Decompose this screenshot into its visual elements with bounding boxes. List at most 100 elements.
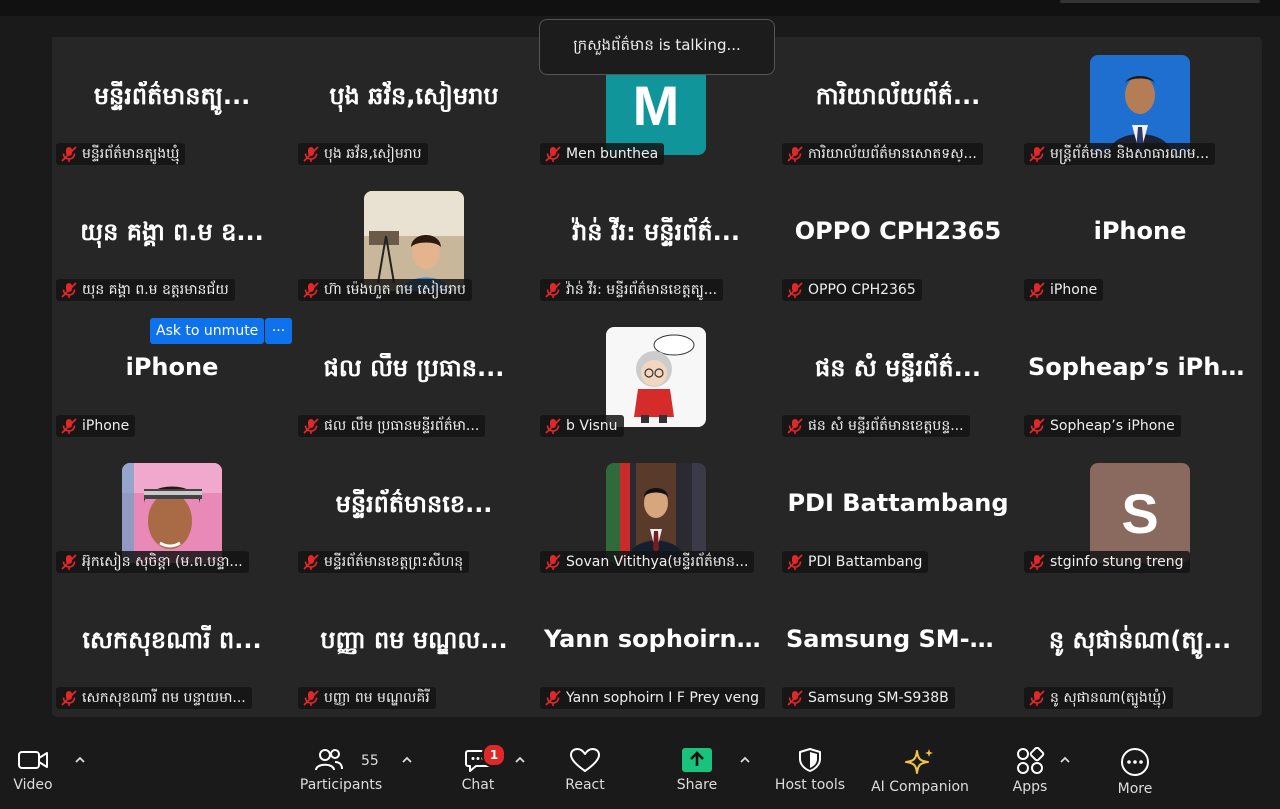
participant-tile[interactable]: បុង ឆវ័ន,សៀមរាប បុង ឆវ័ន,សៀមរាប <box>294 37 534 171</box>
participant-tile[interactable]: មន្ទីរព័ត៌មានត្បូ... មន្ទីរព័ត៌មានត្បូងឃ្… <box>52 37 292 171</box>
chat-caret-icon[interactable] <box>513 753 527 767</box>
participant-name-label: Sovan Vitithya(មន្ទីរព័ត៌មាន... <box>540 551 755 573</box>
more-button[interactable]: More <box>1113 733 1157 809</box>
participants-count: 55 <box>361 753 379 769</box>
participant-display-name: OPPO CPH2365 <box>794 217 1002 245</box>
avatar-initial: S <box>1121 481 1159 545</box>
participant-more-button[interactable]: ··· <box>265 318 292 344</box>
participant-name-text: បញ្ញា ពម មណ្ឌលគិរី <box>324 689 430 706</box>
sparkle-icon <box>905 749 933 774</box>
participant-name-label: ការិយាល័យព័ត៌មានសោតទស្... <box>782 143 983 165</box>
ask-to-unmute-button[interactable]: Ask to unmute <box>150 318 265 344</box>
host-tools-button[interactable]: Host tools <box>770 733 850 809</box>
participant-name-text: Sopheap’s iPhone <box>1050 418 1175 434</box>
participant-name-text: OPPO CPH2365 <box>808 282 916 298</box>
muted-mic-icon <box>1029 146 1045 162</box>
video-button[interactable]: Video <box>10 733 56 809</box>
participant-display-name: PDI Battambang <box>787 489 1009 517</box>
participants-label: Participants <box>299 777 383 793</box>
participant-tile[interactable]: សេកសុខណារី ព... សេកសុខណារី ពម បន្ទាយមា... <box>52 581 292 715</box>
muted-mic-icon <box>303 146 319 162</box>
apps-button[interactable]: Apps <box>1010 733 1050 809</box>
participant-tile[interactable]: មន្ត្រីព័ត៌មាន និងសាធារណម... <box>1020 37 1260 171</box>
muted-mic-icon <box>545 146 561 162</box>
participant-name-text: PDI Battambang <box>808 554 923 570</box>
window-top-strip <box>0 0 1280 16</box>
participant-tile[interactable]: Sstginfo stung treng <box>1020 445 1260 579</box>
muted-mic-icon <box>787 554 803 570</box>
react-button[interactable]: React <box>563 733 607 809</box>
more-dots-icon <box>1121 748 1149 776</box>
share-label: Share <box>676 777 718 793</box>
participant-name-label: OPPO CPH2365 <box>782 279 922 301</box>
muted-mic-icon <box>303 418 319 434</box>
participant-name-text: Yann sophoirn I F Prey veng <box>566 690 760 706</box>
muted-mic-icon <box>303 690 319 706</box>
participant-name-text: សេកសុខណារី ពម បន្ទាយមា... <box>82 689 246 706</box>
participant-name-label: វ៉ាន់ វីរ: មន្ទីរព័ត៌មានខេត្តត្បូ... <box>540 279 724 301</box>
participant-tile[interactable]: Samsung SM-S... Samsung SM-S938B <box>778 581 1018 715</box>
participant-name-label: iPhone <box>56 415 136 437</box>
participant-display-name: បុង ឆវ័ន,សៀមរាប <box>329 82 499 110</box>
participant-tile[interactable]: ផន សំ មន្ទីរព័ត៌... ផន សំ មន្ទីរព័ត៌មានខេ… <box>778 309 1018 443</box>
participant-tile[interactable]: ផល លឹម ប្រធាន... ផល លឹម ប្រធានមន្ទីរព័ត៌ម… <box>294 309 534 443</box>
share-caret-icon[interactable] <box>738 753 752 767</box>
muted-mic-icon <box>61 554 77 570</box>
participant-tile[interactable]: យុន គង្គា ព.ម ឧ... យុន គង្គា ព.ម ឧត្តរមាន… <box>52 173 292 307</box>
participants-caret-icon[interactable] <box>400 753 414 767</box>
participant-tile[interactable]: Sopheap’s iPhone Sopheap’s iPhone <box>1020 309 1260 443</box>
muted-mic-icon <box>545 418 561 434</box>
participant-display-name: យុន គង្គា ព.ម ឧ... <box>80 218 264 246</box>
participant-name-text: iPhone <box>82 418 130 434</box>
participant-name-text: បុង ឆវ័ន,សៀមរាប <box>324 145 422 162</box>
participant-tile[interactable]: មន្ទីរព័ត៌មានខេ... មន្ទីរព័ត៌មានខេត្តព្រះ… <box>294 445 534 579</box>
participant-tile[interactable]: ការិយាល័យព័ត៌... ការិយាល័យព័ត៌មានសោតទស្..… <box>778 37 1018 171</box>
meeting-toolbar: Video Participants 55 Chat 1 React Share… <box>0 733 1280 809</box>
video-label: Video <box>13 777 53 793</box>
apps-grid-icon <box>1017 747 1045 774</box>
participant-display-name: បញ្ញា ពម មណ្ឌល... <box>320 626 508 654</box>
ai-companion-button[interactable]: AI Companion <box>866 733 974 809</box>
host-tools-label: Host tools <box>774 777 846 793</box>
participant-tile[interactable]: Sovan Vitithya(មន្ទីរព័ត៌មាន... <box>536 445 776 579</box>
top-handle <box>1060 0 1260 3</box>
participant-name-text: Samsung SM-S938B <box>808 690 949 706</box>
participant-name-text: b Visnu <box>566 418 618 434</box>
participant-tile[interactable]: b Visnu <box>536 309 776 443</box>
participants-button[interactable]: Participants <box>296 733 386 809</box>
participant-name-text: អ៊ុកសៀន សុចិន្តា (ម.ព.បន្ទា... <box>82 553 243 570</box>
participant-tile[interactable]: Yann sophoirn I... Yann sophoirn I F Prey… <box>536 581 776 715</box>
participant-display-name: Samsung SM-S... <box>786 625 1015 653</box>
participant-tile[interactable]: PDI Battambang PDI Battambang <box>778 445 1018 579</box>
muted-mic-icon <box>1029 418 1045 434</box>
participant-tile[interactable]: នូ សុផាន់ណា(ត្បូ... នូ សុផានណា(ត្បូងឃ្មុំ… <box>1020 581 1260 715</box>
participant-tile[interactable]: iPhone iPhone <box>1020 173 1260 307</box>
apps-caret-icon[interactable] <box>1058 753 1072 767</box>
participant-name-label: មន្ទីរព័ត៌មានខេត្តព្រះសីហនុ <box>298 551 470 573</box>
participant-name-label: មន្ត្រីព័ត៌មាន និងសាធារណម... <box>1024 143 1216 165</box>
share-button[interactable]: Share <box>675 733 719 809</box>
participant-more-label: ··· <box>271 323 286 339</box>
participant-name-label: បញ្ញា ពម មណ្ឌលគិរី <box>298 687 436 709</box>
participant-display-name: iPhone <box>1093 217 1187 245</box>
participant-name-label: Sopheap’s iPhone <box>1024 415 1181 437</box>
muted-mic-icon <box>303 282 319 298</box>
participant-tile[interactable]: អ៊ុកសៀន សុចិន្តា (ម.ព.បន្ទា... <box>52 445 292 579</box>
share-screen-icon <box>682 748 712 772</box>
participant-display-name: ផន សំ មន្ទីរព័ត៌... <box>815 354 981 382</box>
participant-tile[interactable]: បញ្ញា ពម មណ្ឌល... បញ្ញា ពម មណ្ឌលគិរី <box>294 581 534 715</box>
participant-name-label: បុង ឆវ័ន,សៀមរាប <box>298 143 428 165</box>
muted-mic-icon <box>545 282 561 298</box>
muted-mic-icon <box>61 418 77 434</box>
participant-photo-avatar <box>364 191 464 291</box>
participant-display-name: សេកសុខណារី ព... <box>82 626 262 654</box>
participant-display-name: Sopheap’s iPhone <box>1028 353 1260 381</box>
active-speaker-text: ក្រសួងព័ត៌មាន is talking... <box>573 36 741 54</box>
video-options-caret-icon[interactable] <box>73 753 87 767</box>
participant-tile[interactable]: ហ៊ា ម៉េងហួត ពម សៀមរាប <box>294 173 534 307</box>
participant-name-label: នូ សុផានណា(ត្បូងឃ្មុំ) <box>1024 687 1173 709</box>
participant-name-label: អ៊ុកសៀន សុចិន្តា (ម.ព.បន្ទា... <box>56 551 249 573</box>
participant-tile[interactable]: OPPO CPH2365 OPPO CPH2365 <box>778 173 1018 307</box>
participant-tile[interactable]: វ៉ាន់ វីរ: មន្ទីរព័ត៌... វ៉ាន់ វីរ: មន្ទី… <box>536 173 776 307</box>
participant-name-text: ការិយាល័យព័ត៌មានសោតទស្... <box>808 145 977 162</box>
